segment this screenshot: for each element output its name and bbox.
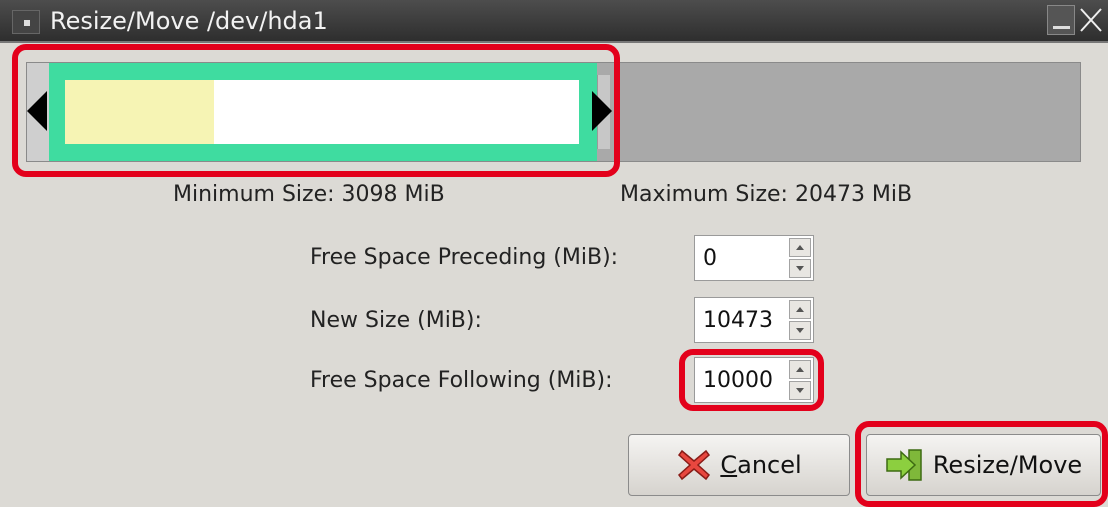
right-resize-handle[interactable]: [592, 91, 612, 131]
free-space-following-spinner[interactable]: [694, 357, 814, 403]
minimize-button[interactable]: [1047, 5, 1075, 35]
window-menu-icon: [24, 20, 30, 26]
increment-button[interactable]: [789, 238, 811, 257]
window-menu-button[interactable]: [12, 10, 40, 34]
new-size-input[interactable]: [697, 298, 791, 342]
cancel-button[interactable]: Cancel: [628, 434, 850, 496]
window-title: Resize/Move /dev/hda1: [50, 7, 328, 35]
new-size-label: New Size (MiB):: [310, 308, 482, 333]
partition-content: [65, 80, 579, 144]
decrement-button[interactable]: [789, 259, 811, 278]
title-bar[interactable]: Resize/Move /dev/hda1: [0, 0, 1108, 43]
resize-move-dialog: Resize/Move /dev/hda1 Minimum Size: 3098…: [0, 0, 1108, 507]
used-space-bar: [65, 80, 215, 144]
new-size-spinner[interactable]: [694, 297, 814, 343]
free-space-following-input[interactable]: [697, 358, 791, 402]
free-space-following-label: Free Space Following (MiB):: [310, 368, 613, 393]
decrement-button[interactable]: [789, 321, 811, 340]
resize-move-icon: [886, 449, 922, 481]
decrement-button[interactable]: [789, 381, 811, 400]
close-icon: [1080, 8, 1102, 32]
increment-button[interactable]: [789, 300, 811, 319]
free-space-preceding-label: Free Space Preceding (MiB):: [310, 245, 619, 270]
close-button[interactable]: [1077, 5, 1105, 35]
partition-block[interactable]: [49, 63, 597, 161]
cancel-icon: [678, 449, 711, 481]
increment-button[interactable]: [789, 360, 811, 379]
free-space-preceding-spinner[interactable]: [694, 235, 814, 281]
resize-move-label: Resize/Move: [932, 451, 1083, 479]
free-space-preceding-input[interactable]: [697, 236, 791, 280]
partition-resizer[interactable]: [26, 62, 1081, 162]
maximum-size-label: Maximum Size: 20473 MiB: [620, 182, 913, 207]
resize-move-button[interactable]: Resize/Move: [866, 434, 1101, 496]
cancel-label: Cancel: [720, 451, 802, 479]
left-resize-handle[interactable]: [27, 91, 47, 131]
minimize-icon: [1053, 26, 1070, 29]
minimum-size-label: Minimum Size: 3098 MiB: [173, 182, 445, 207]
